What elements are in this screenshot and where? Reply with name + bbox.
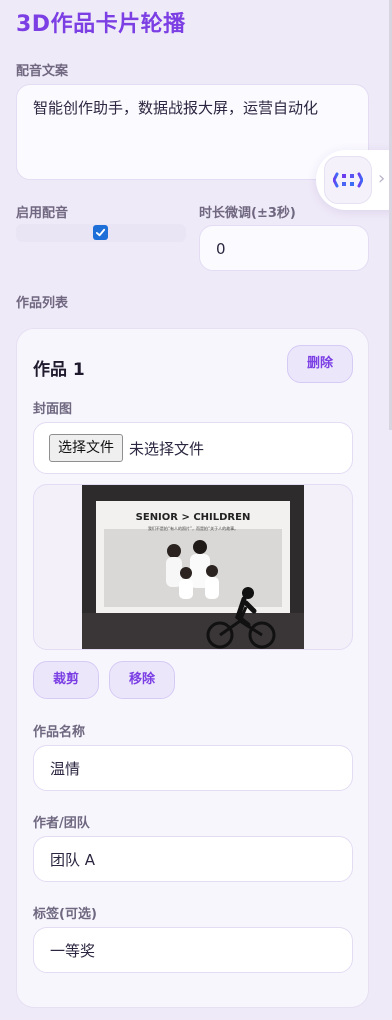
script-textarea[interactable]: 智能创作助手，数据战报大屏，运营自动化 bbox=[16, 84, 369, 180]
choose-file-button[interactable]: 选择文件 bbox=[49, 434, 123, 462]
crop-button[interactable]: 裁剪 bbox=[33, 661, 99, 699]
works-label: 作品列表 bbox=[16, 296, 69, 311]
assistant-button[interactable] bbox=[324, 156, 372, 204]
cover-label: 封面图 bbox=[33, 402, 73, 417]
floating-widget[interactable]: › bbox=[316, 150, 392, 210]
delete-button[interactable]: 删除 bbox=[287, 345, 353, 383]
assistant-logo-icon bbox=[333, 172, 363, 188]
page-title: 3D作品卡片轮播 bbox=[16, 12, 186, 37]
cover-image-heading: SENIOR > CHILDREN bbox=[136, 512, 251, 523]
remove-button[interactable]: 移除 bbox=[109, 661, 175, 699]
tag-input[interactable]: 一等奖 bbox=[33, 927, 353, 973]
work-title: 作品 1 bbox=[33, 360, 85, 380]
tag-label: 标签(可选) bbox=[33, 907, 97, 922]
cover-preview: SENIOR > CHILDREN 我们不是拍“有人的照片”，而是拍“关于人的故… bbox=[33, 484, 353, 650]
work-name-label: 作品名称 bbox=[33, 725, 86, 740]
check-icon bbox=[95, 228, 106, 237]
author-label: 作者/团队 bbox=[33, 816, 90, 831]
voice-checkbox[interactable] bbox=[93, 225, 108, 240]
cover-file-input[interactable]: 选择文件 未选择文件 bbox=[33, 422, 353, 474]
duration-label: 时长微调(±3秒) bbox=[199, 206, 296, 221]
chevron-right-icon: › bbox=[378, 168, 386, 189]
page: 3D作品卡片轮播 配音文案 智能创作助手，数据战报大屏，运营自动化 › 启用配音 bbox=[0, 0, 392, 1020]
voice-label: 启用配音 bbox=[16, 206, 69, 221]
author-input[interactable]: 团队 A bbox=[33, 836, 353, 882]
file-status: 未选择文件 bbox=[129, 439, 205, 458]
script-label: 配音文案 bbox=[16, 64, 69, 79]
cover-image-caption: 我们不是拍“有人的照片”，而是拍“关于人的故事。 bbox=[148, 525, 238, 531]
work-name-input[interactable]: 温情 bbox=[33, 745, 353, 791]
work-card: 作品 1 删除 封面图 选择文件 未选择文件 SENIOR > CHILDREN… bbox=[16, 328, 369, 1008]
duration-input[interactable]: 0 bbox=[199, 225, 369, 271]
cover-image: SENIOR > CHILDREN 我们不是拍“有人的照片”，而是拍“关于人的故… bbox=[82, 485, 304, 649]
